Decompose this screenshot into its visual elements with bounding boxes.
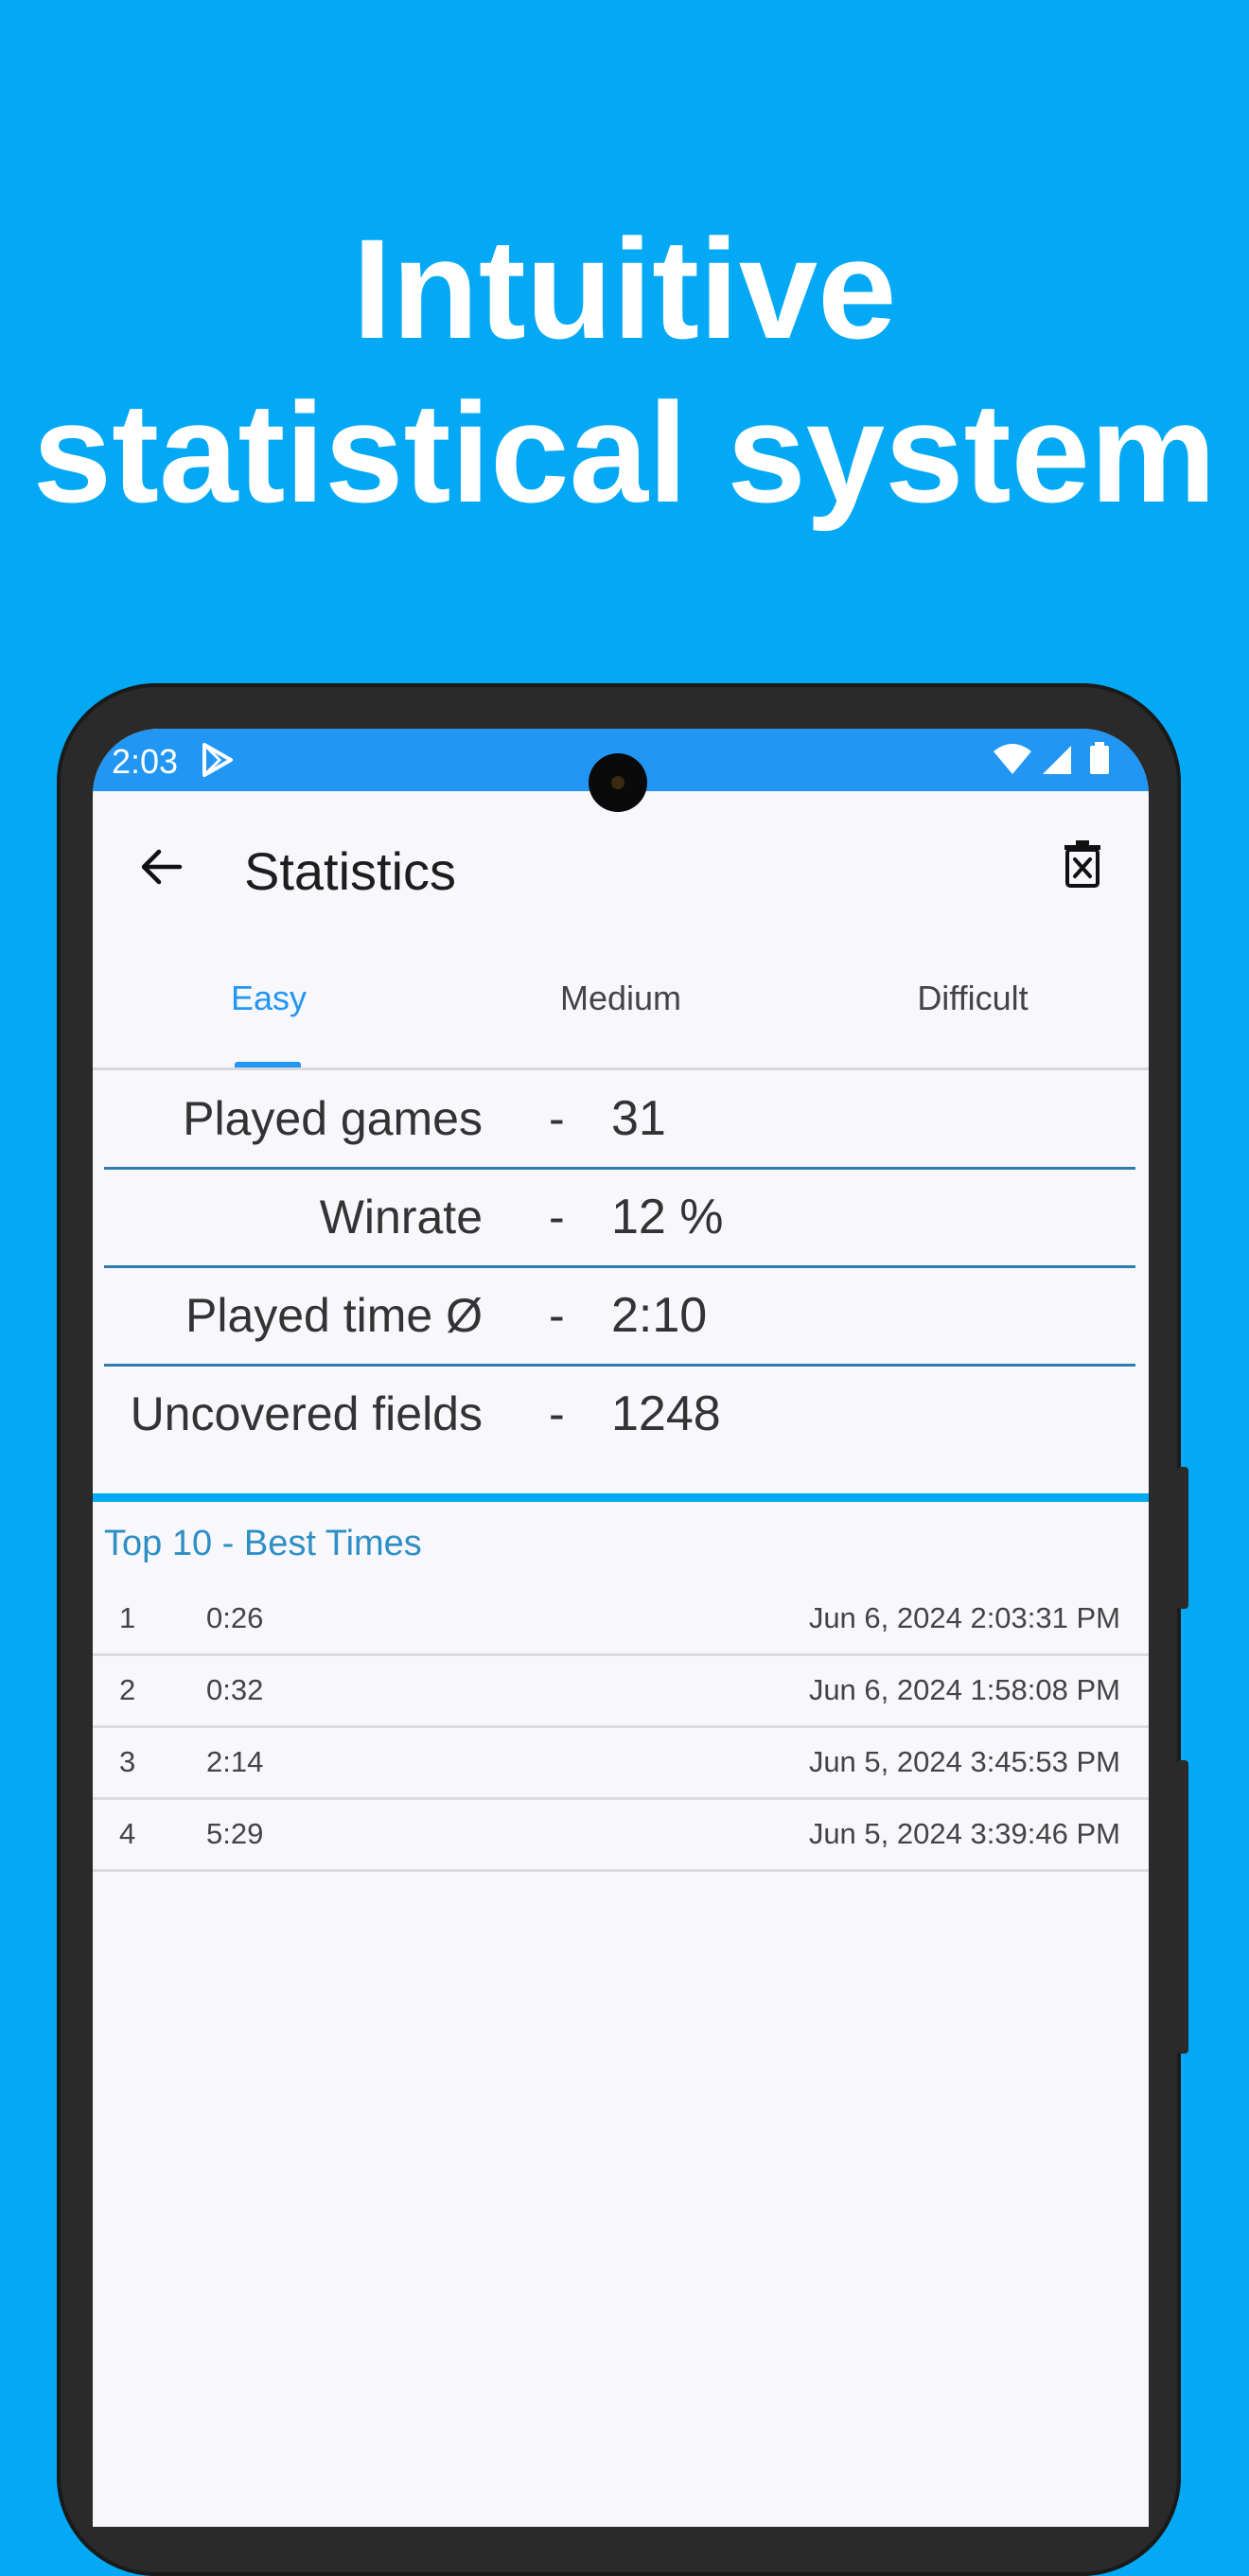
stat-separator: - xyxy=(549,1387,565,1440)
stats-table: Played games - 31 Winrate - 12 % Played … xyxy=(104,1071,1135,1462)
game-time: 2:14 xyxy=(206,1745,264,1778)
stat-row-played-games: Played games - 31 xyxy=(104,1071,1135,1170)
wifi-icon xyxy=(994,744,1031,774)
game-date: Jun 6, 2024 1:58:08 PM xyxy=(808,1673,1120,1706)
game-date: Jun 5, 2024 3:39:46 PM xyxy=(808,1817,1120,1850)
page-title: Statistics xyxy=(244,841,457,901)
tab-easy[interactable]: Easy xyxy=(93,933,445,1067)
stat-value: 1248 xyxy=(611,1386,721,1441)
rank: 2 xyxy=(119,1673,136,1706)
phone-volume-button xyxy=(1177,1467,1188,1609)
stat-separator: - xyxy=(549,1092,565,1145)
rank: 3 xyxy=(119,1745,136,1778)
stat-separator: - xyxy=(549,1191,565,1244)
stat-value: 31 xyxy=(611,1091,666,1146)
stat-value: 2:10 xyxy=(611,1288,708,1343)
list-item: 4 5:29 Jun 5, 2024 3:39:46 PM xyxy=(93,1800,1149,1872)
section-divider xyxy=(93,1493,1149,1502)
status-time: 2:03 xyxy=(112,742,179,781)
stat-row-played-time: Played time Ø - 2:10 xyxy=(104,1268,1135,1367)
phone-power-button xyxy=(1177,1760,1188,2054)
tab-difficult[interactable]: Difficult xyxy=(797,933,1149,1067)
status-bar: 2:03 xyxy=(93,729,1149,812)
headline-line-1: Intuitive xyxy=(352,209,897,368)
battery-icon xyxy=(1090,742,1109,774)
stat-row-uncovered-fields: Uncovered fields - 1248 xyxy=(104,1367,1135,1462)
stat-label: Played games xyxy=(183,1092,483,1145)
list-item: 3 2:14 Jun 5, 2024 3:45:53 PM xyxy=(93,1728,1149,1800)
game-time: 0:32 xyxy=(206,1673,264,1706)
delete-stats-icon[interactable] xyxy=(1062,838,1103,890)
back-arrow-icon[interactable] xyxy=(136,842,185,891)
best-times-title: Top 10 - Best Times xyxy=(104,1524,422,1563)
stat-separator: - xyxy=(549,1289,565,1342)
stat-label: Played time Ø xyxy=(185,1289,483,1342)
signal-icon xyxy=(1043,746,1071,774)
phone-screen: 2:03 Statistics Easy Medium Difficult Pl… xyxy=(93,729,1149,2527)
list-item: 1 0:26 Jun 6, 2024 2:03:31 PM xyxy=(93,1584,1149,1656)
status-icons xyxy=(994,742,1109,774)
difficulty-tabs: Easy Medium Difficult xyxy=(93,933,1149,1070)
headline-line-2: statistical system xyxy=(32,373,1217,532)
game-date: Jun 5, 2024 3:45:53 PM xyxy=(808,1745,1120,1778)
game-date: Jun 6, 2024 2:03:31 PM xyxy=(808,1601,1120,1634)
tab-medium[interactable]: Medium xyxy=(445,933,797,1067)
best-times-list: 1 0:26 Jun 6, 2024 2:03:31 PM 2 0:32 Jun… xyxy=(93,1584,1149,1872)
stat-label: Uncovered fields xyxy=(130,1387,483,1440)
play-store-icon xyxy=(202,743,233,777)
stat-label: Winrate xyxy=(319,1191,483,1244)
stat-row-winrate: Winrate - 12 % xyxy=(104,1170,1135,1268)
game-time: 5:29 xyxy=(206,1817,264,1850)
rank: 1 xyxy=(119,1601,136,1634)
game-time: 0:26 xyxy=(206,1601,264,1634)
rank: 4 xyxy=(119,1817,136,1850)
stat-value: 12 % xyxy=(611,1190,724,1244)
app-bar: Statistics xyxy=(93,791,1149,933)
list-item: 2 0:32 Jun 6, 2024 1:58:08 PM xyxy=(93,1656,1149,1728)
tab-indicator xyxy=(235,1062,301,1067)
